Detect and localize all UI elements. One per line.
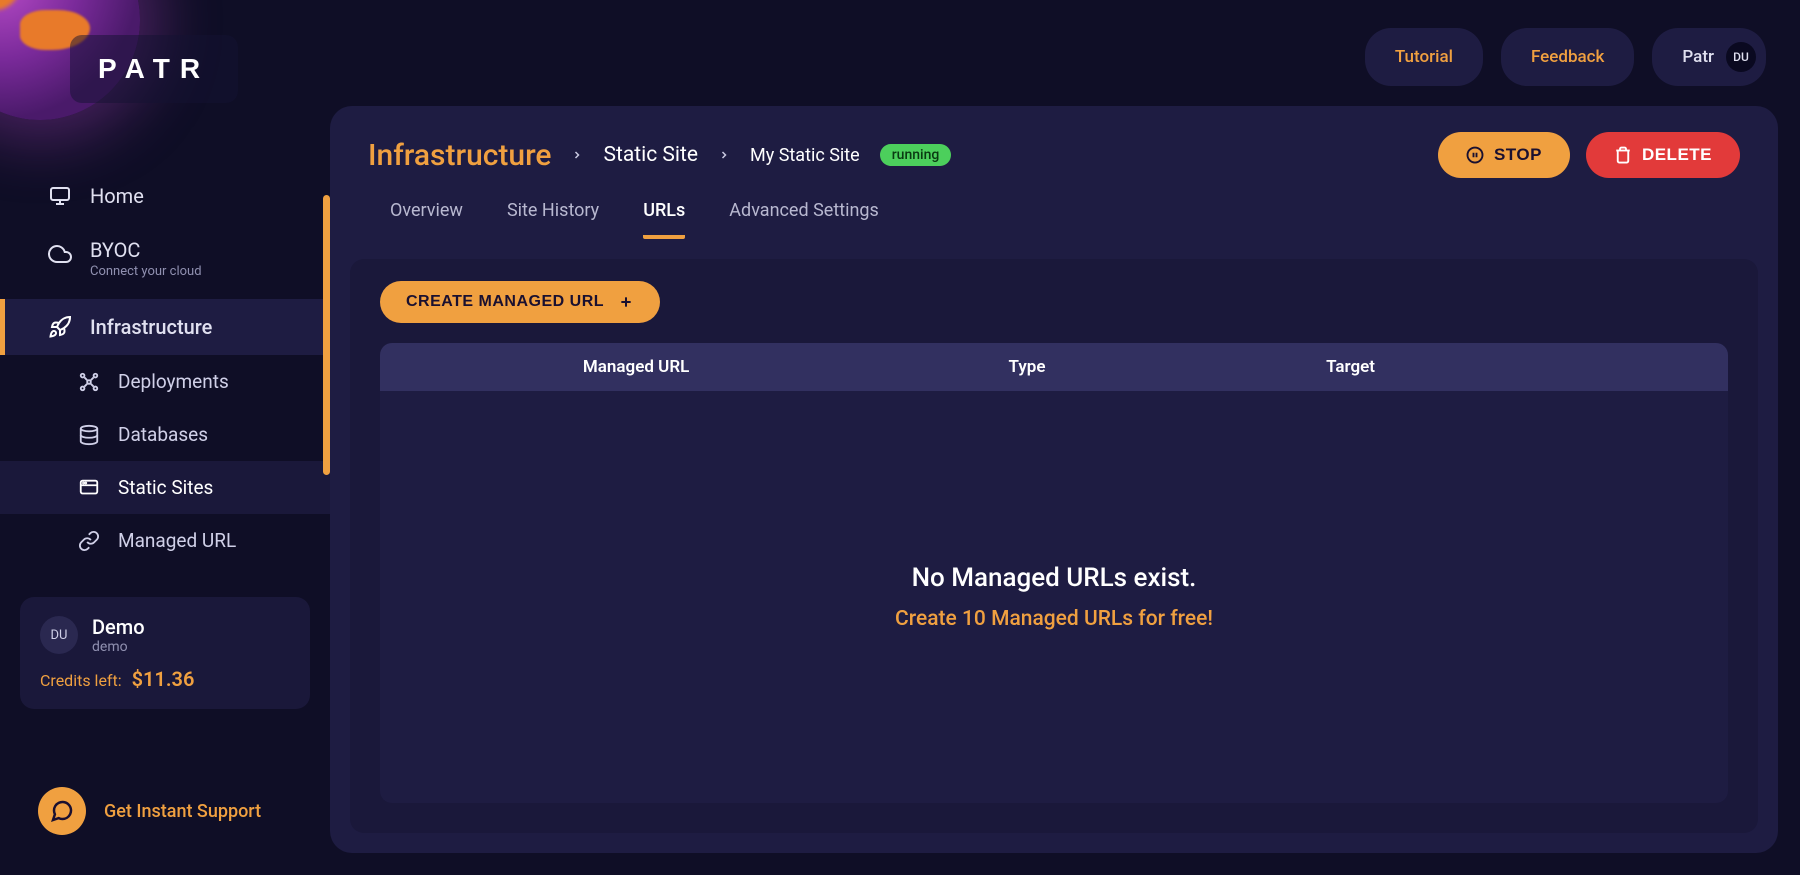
empty-state: No Managed URLs exist. Create 10 Managed… (380, 391, 1728, 803)
database-icon (78, 424, 100, 446)
panel-header: Infrastructure Static Site My Static Sit… (330, 106, 1778, 178)
workspace-credits: Credits left: $11.36 (40, 667, 290, 691)
plus-icon (618, 294, 634, 310)
col-type: Type (892, 357, 1162, 377)
delete-button[interactable]: DELETE (1586, 132, 1740, 178)
support-button[interactable]: Get Instant Support (0, 767, 330, 855)
chevron-right-icon (718, 149, 730, 161)
tab-content: CREATE MANAGED URL Managed URL Type Targ… (350, 259, 1758, 833)
nav-infra-label: Infrastructure (90, 315, 212, 339)
nav-databases-label: Databases (118, 423, 208, 446)
workspace-avatar: DU (40, 616, 78, 654)
feedback-button[interactable]: Feedback (1501, 28, 1634, 86)
managed-url-table: Managed URL Type Target No Managed URLs … (380, 343, 1728, 803)
nav-infrastructure[interactable]: Infrastructure (0, 299, 330, 355)
nav: Home BYOC Connect your cloud Infrastruct… (0, 168, 330, 567)
feedback-label: Feedback (1531, 47, 1604, 67)
nav-byoc-label: BYOC (90, 238, 202, 262)
tab-overview[interactable]: Overview (390, 200, 463, 239)
breadcrumbs: Infrastructure Static Site My Static Sit… (368, 138, 951, 173)
sidebar-scrollbar[interactable] (323, 195, 330, 475)
pause-icon (1466, 146, 1484, 164)
workspace-slug: demo (92, 639, 145, 655)
create-managed-url-button[interactable]: CREATE MANAGED URL (380, 281, 660, 323)
tab-urls[interactable]: URLs (643, 200, 685, 239)
support-label: Get Instant Support (104, 801, 261, 822)
main: Tutorial Feedback Patr DU Infrastructure… (330, 0, 1800, 875)
chat-icon (38, 787, 86, 835)
breadcrumb-root[interactable]: Infrastructure (368, 138, 551, 173)
user-avatar: DU (1726, 42, 1756, 72)
nav-databases[interactable]: Databases (0, 408, 330, 461)
nav-byoc[interactable]: BYOC Connect your cloud (0, 224, 330, 293)
create-label: CREATE MANAGED URL (406, 293, 604, 311)
nav-static-sites-label: Static Sites (118, 476, 213, 499)
status-badge: running (880, 144, 952, 166)
workspace-switcher-label: Patr (1682, 47, 1714, 67)
nav-managed-url[interactable]: Managed URL (0, 514, 330, 567)
tab-site-history[interactable]: Site History (507, 200, 599, 239)
logo[interactable]: PATR (70, 35, 238, 103)
stop-label: STOP (1494, 145, 1542, 165)
tutorial-label: Tutorial (1395, 47, 1453, 67)
breadcrumb-level2: My Static Site (750, 145, 860, 166)
monitor-icon (48, 184, 72, 208)
empty-cta[interactable]: Create 10 Managed URLs for free! (895, 607, 1213, 631)
network-icon (78, 371, 100, 393)
col-target: Target (1162, 357, 1539, 377)
browser-icon (78, 477, 100, 499)
nav-deployments[interactable]: Deployments (0, 355, 330, 408)
nav-home-label: Home (90, 184, 144, 208)
nav-byoc-sub: Connect your cloud (90, 264, 202, 279)
table-header: Managed URL Type Target (380, 343, 1728, 391)
sidebar: PATR Home BYOC Connect your cloud (0, 0, 330, 875)
delete-label: DELETE (1642, 145, 1712, 165)
workspace-switcher[interactable]: Patr DU (1652, 28, 1766, 86)
tabs: Overview Site History URLs Advanced Sett… (330, 178, 1778, 239)
nav-home[interactable]: Home (0, 168, 330, 224)
credits-label: Credits left: (40, 671, 122, 690)
chevron-right-icon (571, 149, 583, 161)
col-managed-url: Managed URL (380, 357, 892, 377)
workspace-name: Demo (92, 615, 145, 639)
nav-deployments-label: Deployments (118, 370, 229, 393)
rocket-icon (48, 315, 72, 339)
empty-title: No Managed URLs exist. (912, 563, 1197, 593)
workspace-card[interactable]: DU Demo demo Credits left: $11.36 (20, 597, 310, 709)
nav-managed-url-label: Managed URL (118, 529, 236, 552)
content-panel: Infrastructure Static Site My Static Sit… (330, 106, 1778, 853)
action-buttons: STOP DELETE (1438, 132, 1740, 178)
stop-button[interactable]: STOP (1438, 132, 1570, 178)
link-icon (78, 530, 100, 552)
nav-static-sites[interactable]: Static Sites (0, 461, 330, 514)
trash-icon (1614, 146, 1632, 164)
credits-amount: $11.36 (132, 667, 195, 691)
topbar: Tutorial Feedback Patr DU (330, 0, 1800, 96)
breadcrumb-level1[interactable]: Static Site (603, 143, 698, 167)
tab-advanced-settings[interactable]: Advanced Settings (729, 200, 879, 239)
cloud-icon (48, 242, 72, 266)
brand-text: PATR (98, 53, 210, 85)
tutorial-button[interactable]: Tutorial (1365, 28, 1483, 86)
